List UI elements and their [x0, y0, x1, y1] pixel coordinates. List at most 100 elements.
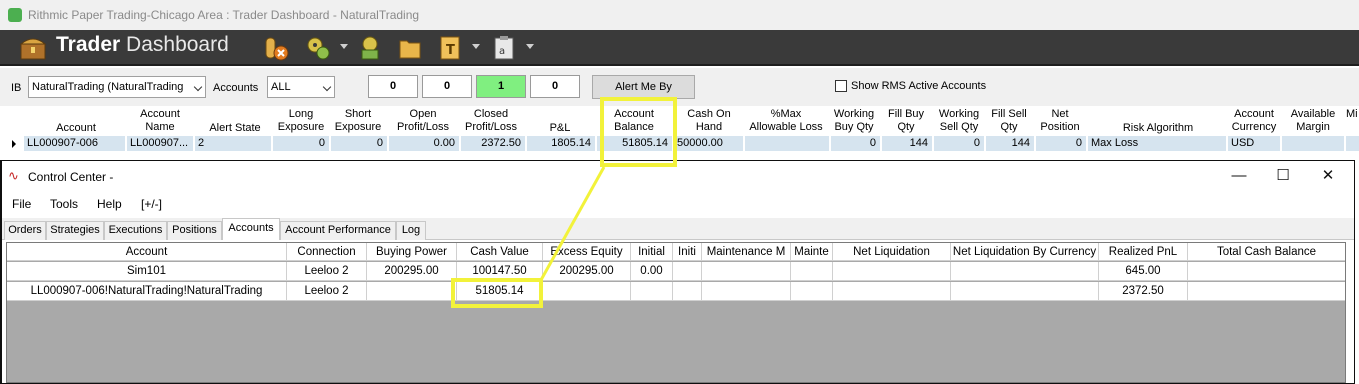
col-working-sell-qty[interactable]: Working Sell Qty: [936, 108, 982, 134]
cell-mi: [1346, 136, 1359, 151]
minimize-button[interactable]: —: [1221, 165, 1257, 187]
title-bar: Rithmic Paper Trading-Chicago Area : Tra…: [0, 0, 1359, 30]
treasure-chest-icon: [19, 38, 47, 60]
col-account[interactable]: Account: [55, 122, 97, 135]
tab-positions[interactable]: Positions: [167, 221, 222, 240]
menu-file[interactable]: File: [12, 197, 31, 211]
col-realized-pnl[interactable]: Realized PnL: [1099, 243, 1188, 260]
count-box-2[interactable]: 0: [422, 75, 472, 98]
col-closed-pl[interactable]: Closed Profit/Loss: [460, 108, 522, 134]
col-working-buy-qty[interactable]: Working Buy Qty: [832, 108, 876, 134]
connection-gears-icon[interactable]: [304, 34, 332, 62]
window-title: Rithmic Paper Trading-Chicago Area : Tra…: [28, 8, 420, 22]
col-fill-buy-qty[interactable]: Fill Buy Qty: [884, 108, 928, 134]
control-center-titlebar: ∿ Control Center - — ☐ ✕: [2, 161, 1354, 192]
cell-open-pl: 0.00: [389, 136, 459, 151]
cell-closed-pl: 2372.50: [461, 136, 525, 151]
col-cash-on-hand[interactable]: Cash On Hand: [683, 108, 735, 134]
cell-cash-on-hand: 50000.00: [674, 136, 743, 151]
menu-expand-collapse[interactable]: [+/-]: [141, 197, 162, 211]
col-mainte[interactable]: Mainte: [791, 243, 833, 260]
cell-maintenance-m: [702, 262, 791, 280]
count-box-1[interactable]: 0: [368, 75, 418, 98]
tab-bar: Orders Strategies Executions Positions A…: [2, 218, 1354, 240]
tab-accounts[interactable]: Accounts: [222, 218, 280, 240]
ib-select[interactable]: NaturalTrading (NaturalTrading: [28, 76, 206, 98]
cell-excess-equity: [543, 282, 631, 300]
ninja-logo-icon: ∿: [8, 168, 19, 183]
col-maintenance-m[interactable]: Maintenance M: [702, 243, 791, 260]
col-fill-sell-qty[interactable]: Fill Sell Qty: [987, 108, 1031, 134]
cell-net-liquidation-by-currency: [951, 262, 1099, 280]
control-center-window: ∿ Control Center - — ☐ ✕ File Tools Help…: [0, 160, 1355, 384]
tab-orders[interactable]: Orders: [4, 221, 46, 240]
col-alert-state[interactable]: Alert State: [206, 122, 264, 135]
col-initial[interactable]: Initial: [631, 243, 673, 260]
col-account-name[interactable]: Account Name: [132, 108, 188, 134]
text-document-icon[interactable]: T: [436, 34, 464, 62]
col-net-liquidation[interactable]: Net Liquidation: [833, 243, 951, 260]
col-connection[interactable]: Connection: [287, 243, 367, 260]
cell-mainte: [791, 282, 833, 300]
chevron-down-icon[interactable]: [526, 44, 534, 49]
brand-title: Trader Dashboard: [56, 33, 229, 56]
table-row[interactable]: Sim101 Leeloo 2 200295.00 100147.50 2002…: [7, 262, 1345, 281]
col-total-cash-balance[interactable]: Total Cash Balance: [1188, 243, 1345, 260]
col-account[interactable]: Account: [7, 243, 287, 260]
alert-me-by-button[interactable]: Alert Me By: [592, 75, 695, 99]
tab-strategies[interactable]: Strategies: [46, 221, 104, 240]
col-short-exposure[interactable]: Short Exposure: [331, 108, 385, 134]
cell-net-liquidation: [833, 282, 951, 300]
cell-account: Sim101: [7, 262, 287, 280]
menu-help[interactable]: Help: [97, 197, 122, 211]
chevron-down-icon[interactable]: [340, 44, 348, 49]
cell-initi: [673, 262, 702, 280]
cell-account: LL000907-006: [24, 136, 125, 151]
money-gears-icon[interactable]: [356, 34, 384, 62]
col-account-currency[interactable]: Account Currency: [1228, 108, 1280, 134]
col-initi[interactable]: Initi: [673, 243, 702, 260]
col-max-allowable-loss[interactable]: %Max Allowable Loss: [746, 108, 826, 134]
tab-log[interactable]: Log: [396, 221, 426, 240]
toolbar: Trader Dashboard T a: [0, 30, 1359, 66]
col-excess-equity[interactable]: Excess Equity: [543, 243, 631, 260]
rms-active-label: Show RMS Active Accounts: [851, 80, 987, 92]
col-net-position[interactable]: Net Position: [1036, 108, 1084, 134]
chevron-down-icon[interactable]: [472, 44, 480, 49]
cell-connection: Leeloo 2: [287, 262, 367, 280]
cell-buying-power: [367, 282, 457, 300]
tab-account-performance[interactable]: Account Performance: [280, 221, 396, 240]
table-row[interactable]: LL000907-006!NaturalTrading!NaturalTradi…: [7, 282, 1345, 301]
col-cash-value[interactable]: Cash Value: [457, 243, 543, 260]
col-risk-algorithm[interactable]: Risk Algorithm: [1110, 122, 1206, 135]
col-buying-power[interactable]: Buying Power: [367, 243, 457, 260]
svg-text:a: a: [499, 46, 505, 57]
folder-icon[interactable]: [396, 34, 424, 62]
tab-executions[interactable]: Executions: [104, 221, 167, 240]
cell-connection: Leeloo 2: [287, 282, 367, 300]
cell-realized-pnl: 645.00: [1099, 262, 1188, 280]
cell-long-exposure: 0: [273, 136, 329, 151]
trader-tools-icon[interactable]: [262, 34, 290, 62]
cell-risk-algorithm: Max Loss: [1088, 136, 1226, 151]
cell-net-liquidation-by-currency: [951, 282, 1099, 300]
chevron-down-icon: [193, 82, 203, 92]
col-mi[interactable]: Mi: [1346, 108, 1359, 121]
col-net-liquidation-by-currency[interactable]: Net Liquidation By Currency: [951, 243, 1099, 260]
accounts-select[interactable]: ALL: [267, 76, 335, 98]
dashboard-header: Account Account Name Alert State Long Expo…: [0, 106, 1359, 136]
col-available-margin[interactable]: Available Margin: [1286, 108, 1340, 134]
col-pnl[interactable]: P&L: [545, 122, 575, 135]
count-box-3[interactable]: 1: [476, 75, 526, 98]
count-box-4[interactable]: 0: [530, 75, 580, 98]
close-button[interactable]: ✕: [1310, 165, 1346, 187]
clipboard-icon[interactable]: a: [490, 34, 518, 62]
maximize-button[interactable]: ☐: [1265, 165, 1301, 187]
table-row[interactable]: LL000907-006 LL000907... 2 0 0 0.00 2372…: [0, 136, 1359, 152]
cell-initial: [631, 282, 673, 300]
col-long-exposure[interactable]: Long Exposure: [274, 108, 328, 134]
cell-currency: USD: [1228, 136, 1280, 151]
col-open-pl[interactable]: Open Profit/Loss: [392, 108, 454, 134]
menu-tools[interactable]: Tools: [50, 197, 78, 211]
rms-active-checkbox[interactable]: [835, 80, 847, 92]
